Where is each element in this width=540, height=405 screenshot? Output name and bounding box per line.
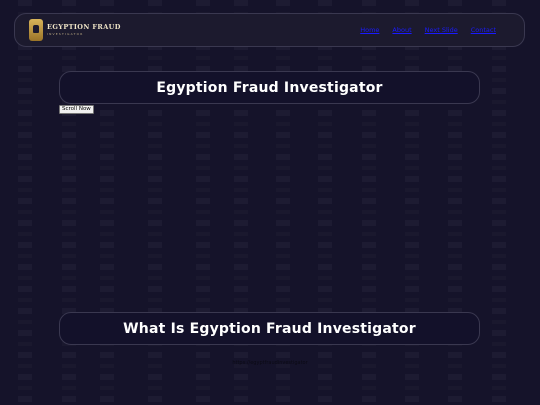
section-banner: What Is Egyption Fraud Investigator: [59, 312, 480, 345]
pharaoh-mask-icon: [29, 19, 43, 41]
nav-link-about[interactable]: About: [392, 26, 411, 34]
nav-link-next-slide[interactable]: Next Slide: [425, 26, 458, 34]
scroll-now-button[interactable]: Scroll Now: [59, 105, 94, 114]
logo-title: EGYPTION FRAUD: [47, 23, 121, 32]
logo[interactable]: EGYPTION FRAUD INVESTIGATOR: [29, 19, 121, 41]
logo-subtitle: INVESTIGATOR: [47, 31, 84, 36]
nav-menu: Home About Next Slide Contact: [360, 26, 496, 34]
hero-banner: Egyption Fraud Investigator: [59, 71, 480, 104]
hero-title: Egyption Fraud Investigator: [156, 79, 383, 96]
section-title: What Is Egyption Fraud Investigator: [123, 320, 416, 337]
broken-image: https://egyptfraudinvestigator: [232, 360, 308, 366]
nav-link-home[interactable]: Home: [360, 26, 379, 34]
navbar: EGYPTION FRAUD INVESTIGATOR Home About N…: [14, 13, 525, 47]
nav-link-contact[interactable]: Contact: [471, 26, 496, 34]
